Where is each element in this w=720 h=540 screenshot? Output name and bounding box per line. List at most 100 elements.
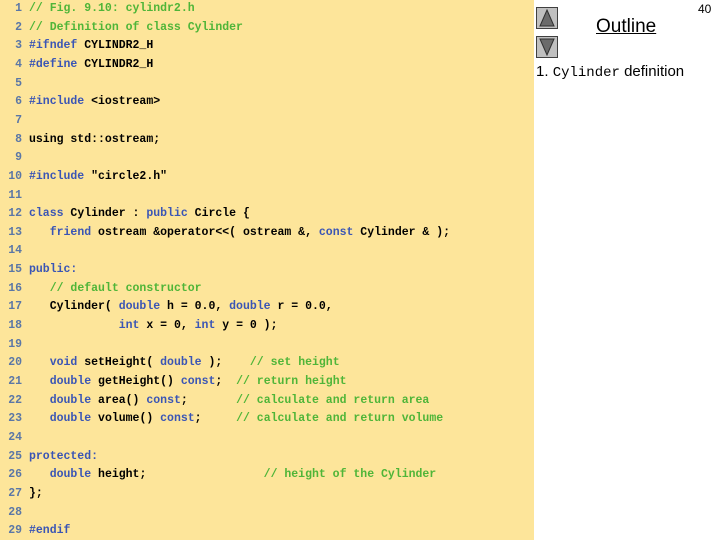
- triangle-down-icon: [539, 38, 555, 56]
- line-number: 26: [8, 468, 22, 482]
- code-text: Circle {: [187, 207, 250, 221]
- code-keyword: void: [49, 356, 78, 370]
- code-line: 3 #ifndef CYLINDR2_H: [0, 37, 153, 55]
- code-keyword: public: [146, 207, 188, 221]
- code-keyword: #include: [29, 169, 85, 183]
- code-text: );: [201, 356, 250, 370]
- code-keyword: #include: [29, 95, 85, 109]
- code-keyword: class: [29, 207, 64, 221]
- code-line: 13 friend ostream &operator<<( ostream &…: [0, 224, 450, 242]
- code-line: 22 double area() const; // calculate and…: [0, 392, 429, 410]
- code-text: ;: [180, 393, 237, 407]
- line-number: 21: [8, 375, 22, 388]
- line-number: 1: [15, 2, 22, 15]
- code-comment: // height of the Cylinder: [263, 468, 437, 482]
- code-line: 29 #endif: [0, 522, 70, 540]
- outline-item-number: 1.: [536, 63, 549, 80]
- line-number: 7: [15, 113, 22, 127]
- code-comment: // calculate and return volume: [236, 412, 444, 426]
- line-number: 19: [8, 337, 22, 351]
- line-number: 8: [15, 132, 22, 146]
- code-keyword: #define: [29, 57, 78, 71]
- code-keyword: double: [49, 393, 92, 407]
- outline-item[interactable]: 1. Cylinder definition: [536, 63, 684, 81]
- line-number: 15: [8, 263, 22, 277]
- code-keyword: #endif: [29, 524, 71, 538]
- code-keyword: const: [160, 412, 195, 426]
- line-number: 16: [8, 281, 22, 295]
- line-number: 18: [8, 319, 22, 333]
- code-text: h = 0.0,: [160, 300, 230, 314]
- code-line: 2 // Definition of class Cylinder: [0, 19, 243, 37]
- code-comment: // return height: [236, 375, 347, 388]
- code-text: };: [29, 486, 43, 500]
- code-line: 28: [0, 504, 29, 522]
- code-keyword: const: [180, 375, 216, 388]
- code-keyword: double: [49, 375, 92, 388]
- line-number: 2: [15, 20, 22, 34]
- code-keyword: protected:: [29, 449, 99, 463]
- previous-slide-button[interactable]: [536, 7, 558, 29]
- code-line: 25 protected:: [0, 448, 98, 466]
- code-line: 21 double getHeight() const; // return h…: [0, 373, 347, 391]
- code-line: 24: [0, 429, 29, 447]
- line-number: 6: [15, 95, 22, 109]
- code-comment: // calculate and return area: [236, 393, 430, 407]
- outline-item-text: definition: [624, 63, 685, 80]
- code-line: 23 double volume() const; // calculate a…: [0, 410, 443, 428]
- code-text: CYLINDR2_H: [77, 39, 154, 53]
- code-text: ostream &operator<<( ostream &,: [91, 225, 319, 239]
- code-line: 11: [0, 187, 29, 205]
- code-text: Cylinder & );: [353, 225, 451, 239]
- code-line: 26 double height; // height of the Cylin…: [0, 466, 436, 484]
- page-number: 40: [698, 2, 712, 16]
- line-number: 28: [8, 505, 22, 519]
- code-text: Cylinder :: [63, 207, 147, 221]
- line-number: 20: [8, 356, 22, 370]
- line-number: 23: [8, 412, 22, 426]
- code-keyword: const: [318, 225, 354, 239]
- code-text: Cylinder(: [29, 300, 119, 314]
- code-line: 7: [0, 112, 29, 130]
- code-line: 19: [0, 336, 29, 354]
- code-line: 17 Cylinder( double h = 0.0, double r = …: [0, 298, 333, 316]
- line-number: 3: [15, 39, 22, 53]
- line-number: 9: [15, 151, 22, 165]
- code-keyword: friend: [49, 225, 92, 239]
- line-number: 14: [8, 244, 22, 258]
- code-line: 18 int x = 0, int y = 0 );: [0, 317, 278, 335]
- code-keyword: double: [160, 356, 202, 370]
- code-comment: // set height: [249, 356, 340, 370]
- code-text: y = 0 );: [215, 319, 278, 333]
- code-keyword: #ifndef: [29, 39, 78, 53]
- triangle-up-icon: [539, 9, 555, 27]
- line-number: 27: [8, 486, 22, 500]
- code-line: 5: [0, 75, 29, 93]
- code-line: 10 #include "circle2.h": [0, 168, 167, 186]
- code-line: 16 // default constructor: [0, 280, 202, 298]
- code-line: 6 #include <iostream>: [0, 93, 160, 111]
- next-slide-button[interactable]: [536, 36, 558, 58]
- code-keyword: int: [194, 319, 216, 333]
- code-comment: // default constructor: [49, 281, 202, 295]
- code-line: 27};: [0, 485, 43, 503]
- code-keyword: const: [146, 393, 181, 407]
- code-line: 9: [0, 149, 29, 167]
- line-number: 22: [8, 393, 22, 407]
- code-keyword: int: [118, 319, 140, 333]
- code-keyword: public:: [29, 263, 78, 277]
- code-keyword: double: [118, 300, 161, 314]
- code-keyword: double: [49, 468, 92, 482]
- code-line: 8 using std::ostream;: [0, 131, 160, 149]
- line-number: 17: [8, 300, 22, 314]
- line-number: 29: [8, 524, 22, 538]
- code-line: 15 public:: [0, 261, 77, 279]
